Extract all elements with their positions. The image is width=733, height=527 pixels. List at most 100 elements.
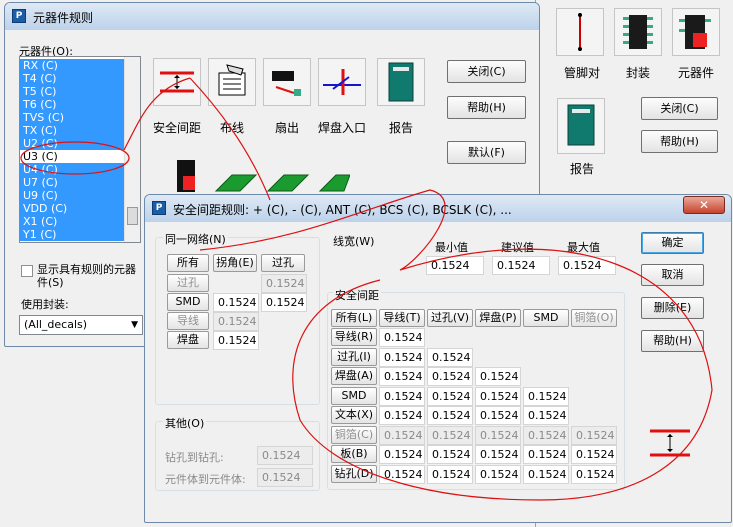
- list-item[interactable]: U7 (C): [20, 176, 124, 189]
- clearance-value-field[interactable]: 0.1524: [379, 367, 425, 386]
- clearance-value-field[interactable]: 0.1524: [475, 367, 521, 386]
- clearance-value-field[interactable]: 0.1524: [475, 406, 521, 425]
- same-net-value-field[interactable]: 0.1524: [261, 274, 307, 293]
- same-net-header-2[interactable]: 过孔: [261, 254, 305, 272]
- same-net-row-label[interactable]: 导线: [167, 312, 209, 330]
- same-net-value-field[interactable]: 0.1524: [213, 293, 259, 312]
- clearance-value-field[interactable]: 0.1524: [379, 406, 425, 425]
- clearance-header-5[interactable]: 铜箔(O): [571, 309, 617, 327]
- clearance-value-field[interactable]: 0.1524: [427, 347, 473, 367]
- clearance-row-label[interactable]: 铜箔(C): [331, 425, 377, 444]
- list-item[interactable]: U4 (C): [20, 163, 124, 176]
- clearance-row-label[interactable]: 焊盘(A): [331, 367, 377, 385]
- same-net-row-label[interactable]: SMD: [167, 293, 209, 311]
- list-item[interactable]: RX (C): [20, 59, 124, 72]
- list-scrollbar[interactable]: [124, 57, 140, 242]
- clearance-header-3[interactable]: 焊盘(P): [475, 309, 521, 327]
- show-rules-checkbox[interactable]: [21, 265, 33, 277]
- list-item[interactable]: T6 (C): [20, 98, 124, 111]
- rules-close-button[interactable]: 关闭(C): [447, 60, 526, 83]
- list-item[interactable]: X1 (C): [20, 215, 124, 228]
- same-net-value-field[interactable]: 0.1524: [213, 312, 259, 331]
- clearance-value-field[interactable]: 0.1524: [571, 425, 617, 445]
- bg-close-button[interactable]: 关闭(C): [641, 97, 718, 120]
- clearance-value-field[interactable]: 0.1524: [427, 386, 473, 406]
- clearance-header-0[interactable]: 所有(L): [331, 309, 377, 327]
- list-item[interactable]: VDD (C): [20, 202, 124, 215]
- routing-tool[interactable]: [208, 58, 256, 106]
- decal-filter-select[interactable]: (All_decals) ▼: [19, 315, 143, 335]
- same-net-header-0[interactable]: 所有: [167, 254, 209, 272]
- body-to-body-field[interactable]: 0.1524: [257, 468, 313, 487]
- list-item[interactable]: T5 (C): [20, 85, 124, 98]
- list-item[interactable]: TX (C): [20, 124, 124, 137]
- clearance-value-field[interactable]: 0.1524: [379, 347, 425, 367]
- trace-width-field-0[interactable]: 0.1524: [426, 256, 484, 275]
- clearance-value-field[interactable]: 0.1524: [427, 406, 473, 425]
- clearance-value-field[interactable]: 0.1524: [427, 425, 473, 445]
- trace-width-field-1[interactable]: 0.1524: [492, 256, 550, 275]
- cancel-button[interactable]: 取消: [641, 264, 704, 286]
- delete-button[interactable]: 删除(E): [641, 297, 704, 319]
- same-net-row-label[interactable]: 焊盘: [167, 331, 209, 349]
- clearance-value-field[interactable]: 0.1524: [427, 367, 473, 386]
- drill-to-drill-field[interactable]: 0.1524: [257, 446, 313, 465]
- clearance-row-label[interactable]: 文本(X): [331, 406, 377, 424]
- rules-titlebar[interactable]: P 元器件规则: [5, 3, 539, 30]
- clearance-value-field[interactable]: 0.1524: [523, 406, 569, 425]
- clearance-value-field[interactable]: 0.1524: [475, 425, 521, 445]
- trace-width-field-2[interactable]: 0.1524: [558, 256, 616, 275]
- help-button[interactable]: 帮助(H): [641, 330, 704, 352]
- clearance-value-field[interactable]: 0.1524: [427, 464, 473, 484]
- fanout-tool[interactable]: [263, 58, 311, 106]
- clearance-value-field[interactable]: 0.1524: [523, 386, 569, 406]
- component-tool[interactable]: [672, 8, 720, 56]
- clearance-value-field[interactable]: 0.1524: [475, 386, 521, 406]
- clearance-row-label[interactable]: 钻孔(D): [331, 464, 377, 483]
- report-tool-main[interactable]: [377, 58, 425, 106]
- clearance-value-field[interactable]: 0.1524: [475, 445, 521, 464]
- ok-button[interactable]: 确定: [641, 232, 704, 254]
- clearance-value-field[interactable]: 0.1524: [379, 464, 425, 484]
- clearance-value-field[interactable]: 0.1524: [475, 464, 521, 484]
- clearance-header-2[interactable]: 过孔(V): [427, 309, 473, 327]
- clearance-value-field[interactable]: 0.1524: [523, 464, 569, 484]
- rules-default-button[interactable]: 默认(F): [447, 141, 526, 164]
- clearance-row-label[interactable]: 导线(R): [331, 328, 377, 346]
- clearance-value-field[interactable]: 0.1524: [427, 445, 473, 464]
- clearance-titlebar[interactable]: P 安全间距规则: + (C), - (C), ANT (C), BCS (C)…: [145, 195, 731, 222]
- clearance-row-label[interactable]: 过孔(I): [331, 347, 377, 366]
- clearance-header-4[interactable]: SMD: [523, 309, 569, 327]
- list-item[interactable]: U9 (C): [20, 189, 124, 202]
- clearance-value-field[interactable]: 0.1524: [379, 425, 425, 445]
- list-item[interactable]: U2 (C): [20, 137, 124, 150]
- list-item[interactable]: T4 (C): [20, 72, 124, 85]
- same-net-row-label[interactable]: 过孔: [167, 274, 209, 292]
- list-item[interactable]: U3 (C): [20, 150, 124, 163]
- component-list[interactable]: RX (C) T4 (C) T5 (C) T6 (C) TVS (C) TX (C) U2 …: [19, 56, 141, 243]
- close-icon[interactable]: ✕: [683, 196, 725, 214]
- clearance-value-field[interactable]: 0.1524: [379, 328, 425, 347]
- scrollbar-thumb[interactable]: [127, 207, 138, 225]
- decal-tool[interactable]: [614, 8, 662, 56]
- bg-help-button[interactable]: 帮助(H): [641, 130, 718, 153]
- pad-entry-tool[interactable]: [318, 58, 366, 106]
- clearance-value-field[interactable]: 0.1524: [523, 445, 569, 464]
- list-item[interactable]: TVS (C): [20, 111, 124, 124]
- clearance-row-label[interactable]: 板(B): [331, 445, 377, 463]
- clearance-value-field[interactable]: 0.1524: [379, 386, 425, 406]
- clearance-row-label[interactable]: SMD: [331, 386, 377, 405]
- same-net-value-field[interactable]: 0.1524: [261, 293, 307, 312]
- rules-help-button[interactable]: 帮助(H): [447, 96, 526, 119]
- clearance-value-field[interactable]: 0.1524: [571, 445, 617, 464]
- clearance-value-field[interactable]: 0.1524: [523, 425, 569, 445]
- report-tool[interactable]: [557, 98, 605, 154]
- clearance-tool[interactable]: [153, 58, 201, 106]
- clearance-value-field[interactable]: 0.1524: [379, 445, 425, 464]
- clearance-value-field[interactable]: 0.1524: [571, 464, 617, 484]
- pin-pair-tool[interactable]: [556, 8, 604, 56]
- same-net-value-field[interactable]: 0.1524: [213, 331, 259, 350]
- list-item[interactable]: Y1 (C): [20, 228, 124, 241]
- clearance-header-1[interactable]: 导线(T): [379, 309, 425, 327]
- same-net-header-1[interactable]: 拐角(E): [213, 254, 257, 272]
